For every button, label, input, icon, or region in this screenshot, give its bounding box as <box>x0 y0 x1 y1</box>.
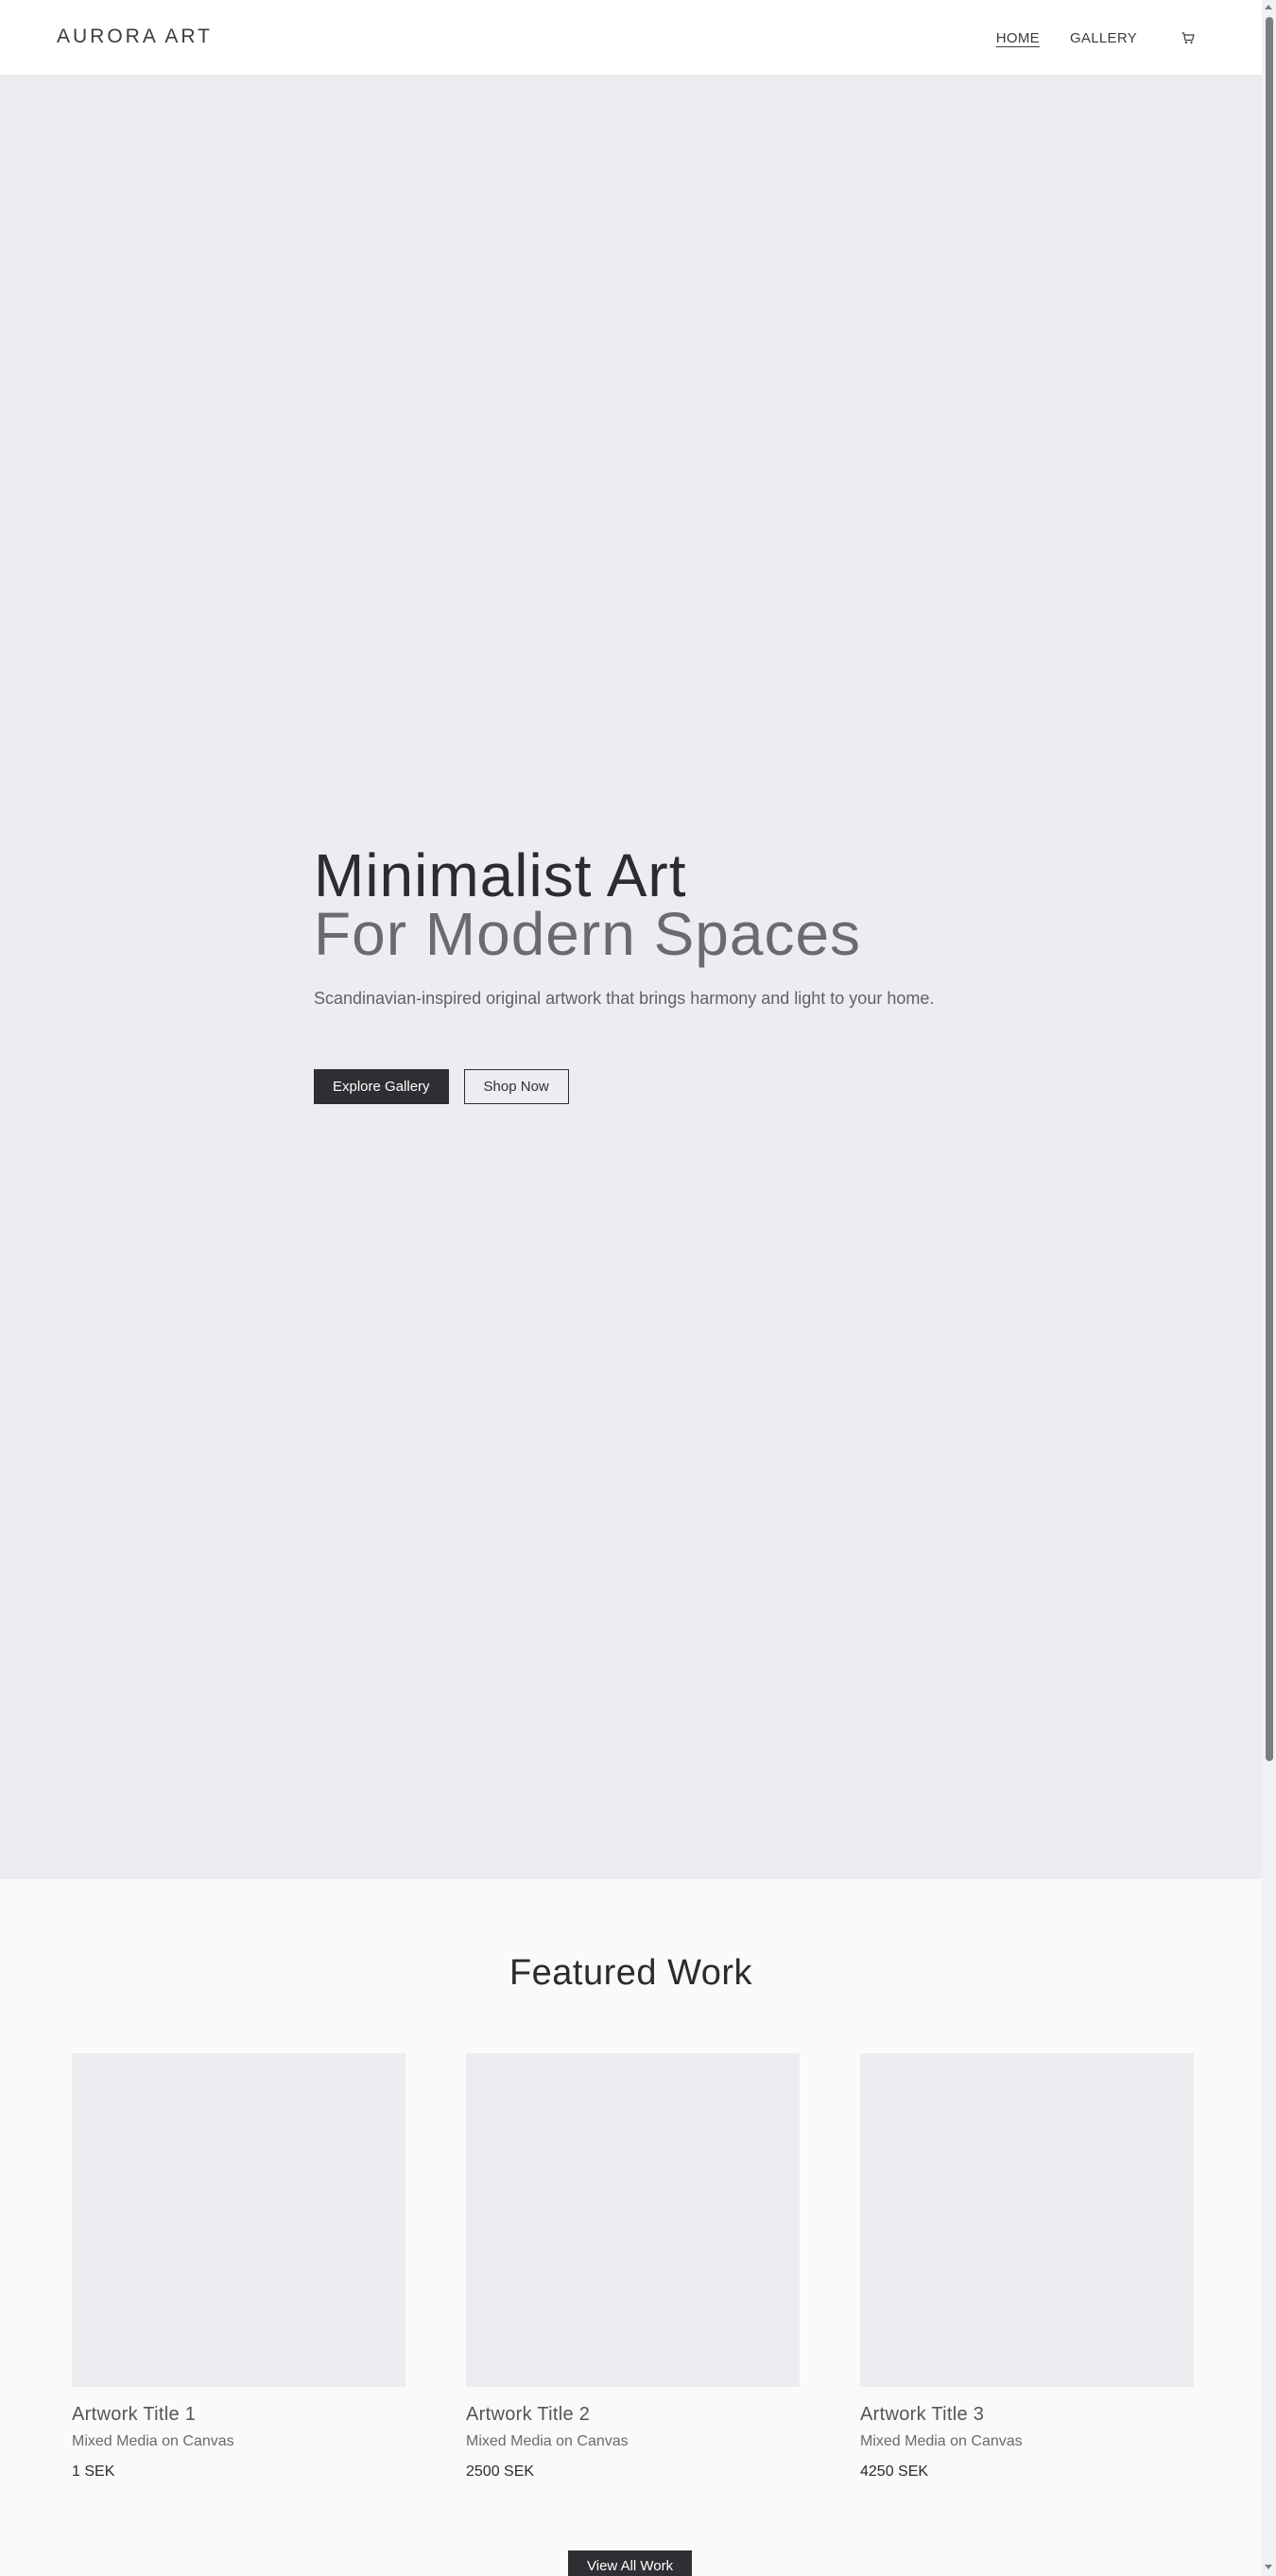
site-header: AURORA ART HOME GALLERY <box>0 0 1262 76</box>
shop-now-button[interactable]: Shop Now <box>463 1069 569 1104</box>
page-scrollbar[interactable] <box>1262 0 1276 2576</box>
featured-title: Featured Work <box>509 1953 753 1993</box>
scrollbar-thumb[interactable] <box>1266 17 1273 1761</box>
featured-section: Featured Work Artwork Title 1 Mixed Medi… <box>0 1879 1262 2576</box>
scroll-up-arrow-icon[interactable] <box>1265 5 1272 9</box>
nav-link-home[interactable]: HOME <box>996 30 1040 46</box>
hero-title: Minimalist Art For Modern Spaces <box>314 841 862 968</box>
artwork-card[interactable]: Artwork Title 3 Mixed Media on Canvas 42… <box>860 2053 1194 2481</box>
artwork-medium: Mixed Media on Canvas <box>466 2433 629 2449</box>
nav-link-gallery[interactable]: GALLERY <box>1070 30 1137 46</box>
hero-section: Minimalist Art For Modern Spaces Scandin… <box>0 76 1262 1879</box>
artwork-price: 4250 SEK <box>860 2464 929 2480</box>
artwork-card[interactable]: Artwork Title 1 Mixed Media on Canvas 1 … <box>72 2053 405 2481</box>
artwork-image[interactable] <box>466 2053 800 2387</box>
artwork-image[interactable] <box>72 2053 405 2387</box>
cart-icon <box>1181 31 1195 43</box>
artwork-title[interactable]: Artwork Title 3 <box>860 2404 1194 2426</box>
artwork-medium: Mixed Media on Canvas <box>72 2433 234 2449</box>
artwork-title[interactable]: Artwork Title 2 <box>466 2404 800 2426</box>
cart-button[interactable] <box>1179 28 1198 47</box>
artwork-medium: Mixed Media on Canvas <box>860 2433 1023 2449</box>
artwork-price: 1 SEK <box>72 2464 115 2480</box>
view-all-work-button[interactable]: View All Work <box>568 2550 693 2576</box>
artwork-price: 2500 SEK <box>466 2464 535 2480</box>
main-nav: HOME GALLERY <box>966 0 1198 76</box>
brand-logo[interactable]: AURORA ART <box>57 26 213 48</box>
hero-title-line1: Minimalist Art <box>314 841 687 909</box>
explore-gallery-button[interactable]: Explore Gallery <box>314 1069 449 1104</box>
artwork-image[interactable] <box>860 2053 1194 2387</box>
scroll-down-arrow-icon[interactable] <box>1265 2565 1272 2569</box>
page: AURORA ART HOME GALLERY Minimalist Art F… <box>0 0 1276 2576</box>
artwork-title[interactable]: Artwork Title 1 <box>72 2404 405 2426</box>
hero-subtitle: Scandinavian-inspired original artwork t… <box>314 989 935 1008</box>
hero-actions: Explore Gallery Shop Now <box>314 1069 569 1104</box>
hero-title-line2: For Modern Spaces <box>314 900 862 968</box>
artwork-card[interactable]: Artwork Title 2 Mixed Media on Canvas 25… <box>466 2053 800 2481</box>
